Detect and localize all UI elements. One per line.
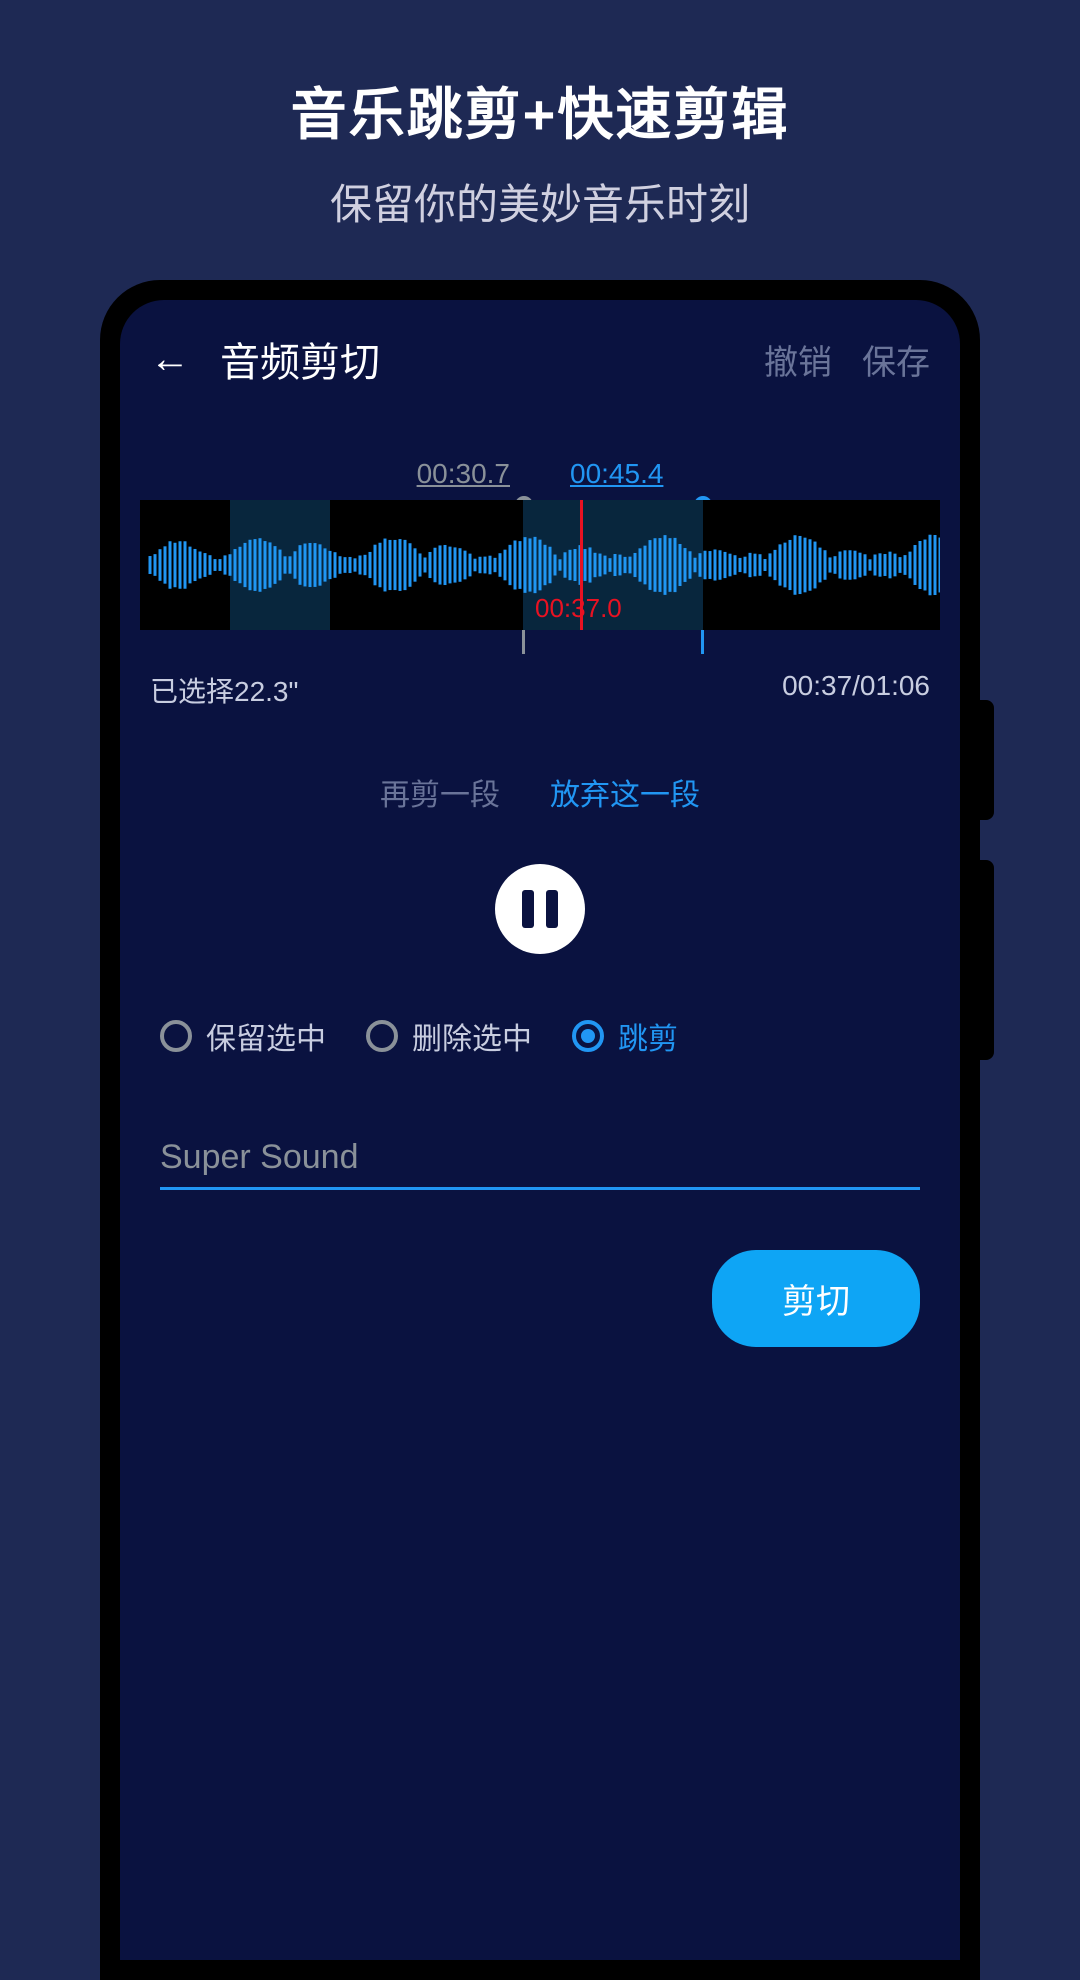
play-pause-button[interactable] bbox=[495, 864, 585, 954]
radio-icon bbox=[366, 1020, 398, 1052]
radio-icon bbox=[160, 1020, 192, 1052]
mode-delete-selected[interactable]: 删除选中 bbox=[366, 1014, 532, 1058]
phone-frame: ← 音频剪切 撤销 保存 00:30.7 00:45.4 bbox=[100, 280, 980, 1980]
mode-skip-cut[interactable]: 跳剪 bbox=[572, 1014, 678, 1058]
mode-keep-label: 保留选中 bbox=[206, 1014, 326, 1058]
selection-start-time[interactable]: 00:30.7 bbox=[417, 458, 510, 490]
playback-time: 00:37/01:06 bbox=[782, 670, 930, 710]
promo-subtitle: 保留你的美妙音乐时刻 bbox=[0, 171, 1080, 232]
cut-button[interactable]: 剪切 bbox=[712, 1250, 920, 1347]
filename-field[interactable] bbox=[160, 1138, 920, 1190]
discard-segment-button[interactable]: 放弃这一段 bbox=[550, 770, 700, 814]
cut-another-segment-button[interactable]: 再剪一段 bbox=[380, 770, 500, 814]
page-title: 音频剪切 bbox=[220, 330, 380, 388]
selection-end-time[interactable]: 00:45.4 bbox=[570, 458, 663, 490]
mode-keep-selected[interactable]: 保留选中 bbox=[160, 1014, 326, 1058]
app-header: ← 音频剪切 撤销 保存 bbox=[140, 330, 940, 418]
pause-icon bbox=[522, 890, 558, 928]
mode-delete-label: 删除选中 bbox=[412, 1014, 532, 1058]
radio-icon bbox=[572, 1020, 604, 1052]
selected-duration: 已选择22.3" bbox=[150, 670, 298, 710]
promo-title: 音乐跳剪+快速剪辑 bbox=[0, 70, 1080, 151]
undo-button[interactable]: 撤销 bbox=[764, 335, 832, 384]
waveform-area: 00:30.7 00:45.4 00:37.0 bbox=[140, 458, 940, 630]
playhead-time: 00:37.0 bbox=[535, 593, 622, 624]
selection-region-1 bbox=[230, 500, 330, 630]
filename-input[interactable] bbox=[160, 1138, 920, 1177]
mode-skip-label: 跳剪 bbox=[618, 1014, 678, 1058]
back-icon[interactable]: ← bbox=[150, 337, 190, 382]
save-button[interactable]: 保存 bbox=[862, 335, 930, 384]
app-screen: ← 音频剪切 撤销 保存 00:30.7 00:45.4 bbox=[120, 300, 960, 1960]
